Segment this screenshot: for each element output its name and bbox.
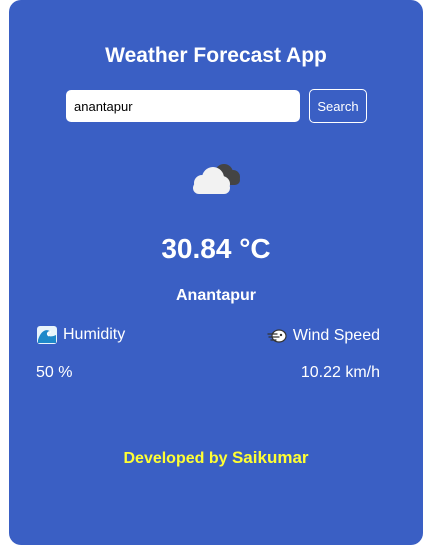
city-search-input[interactable] <box>66 90 300 122</box>
search-button[interactable]: Search <box>309 89 367 123</box>
author-name: Saikumar <box>231 448 309 467</box>
wave-icon <box>37 326 57 344</box>
wind-speed-label: Wind Speed <box>292 327 380 344</box>
temperature-value: 30.84 °C <box>161 233 271 264</box>
humidity-header: Humidity <box>37 326 125 344</box>
app-title: Weather Forecast App <box>105 44 327 67</box>
humidity-value: 50 % <box>36 364 73 381</box>
credit-prefix: Developed by <box>123 450 228 467</box>
wind-icon <box>267 327 287 345</box>
humidity-label: Humidity <box>63 326 126 343</box>
developer-credit: Developed by Saikumar <box>9 448 423 468</box>
weather-card: Weather Forecast App Search 30.84 °C Ana… <box>9 0 423 545</box>
wind-speed-value: 10.22 km/h <box>300 364 380 381</box>
wind-speed-header: Wind Speed <box>267 327 380 345</box>
cloud-icon <box>189 158 245 198</box>
city-name: Anantapur <box>176 287 256 304</box>
